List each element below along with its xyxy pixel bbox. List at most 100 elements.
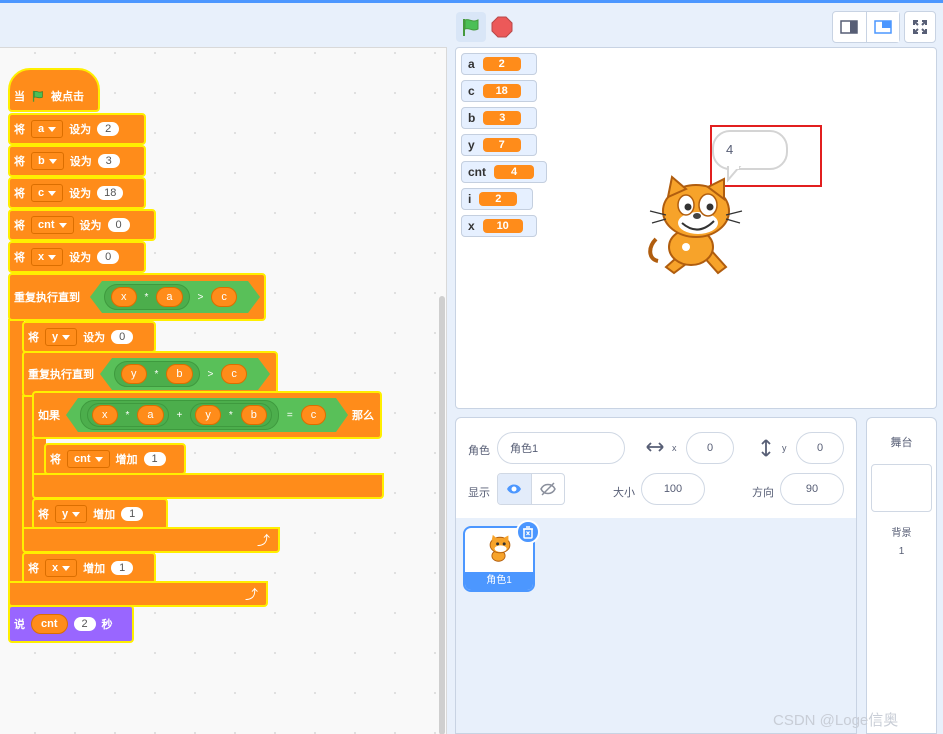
when-flag-clicked-block[interactable]: 当 被点击 [8, 68, 100, 112]
condition-gt-inner[interactable]: y * b > c [100, 358, 270, 390]
stop-button[interactable] [491, 16, 513, 38]
multiply-operator[interactable]: y * b [114, 361, 200, 387]
variable-reporter[interactable]: b [166, 364, 192, 384]
variable-dropdown[interactable]: cnt [31, 216, 74, 234]
value-input[interactable]: 0 [97, 250, 120, 264]
value-input[interactable]: 3 [97, 154, 120, 168]
variable-reporter[interactable]: c [301, 405, 327, 425]
fullscreen-button[interactable] [904, 11, 936, 43]
variable-dropdown[interactable]: c [31, 184, 64, 202]
set-c-block[interactable]: 将 c 设为 18 [8, 177, 146, 209]
fullscreen-icon [913, 20, 927, 34]
variable-reporter[interactable]: a [137, 405, 163, 425]
variable-monitor[interactable]: c 18 [461, 80, 537, 102]
show-sprite-button[interactable] [498, 474, 531, 504]
monitor-value: 2 [479, 192, 518, 206]
variable-monitor[interactable]: b 3 [461, 107, 537, 129]
dropdown-value: y [62, 508, 69, 520]
change-cnt-block[interactable]: 将 cnt 增加 1 [44, 443, 186, 475]
small-stage-button[interactable] [833, 12, 866, 42]
x-input[interactable]: 0 [686, 432, 734, 464]
variable-dropdown[interactable]: b [31, 152, 64, 170]
value-input[interactable]: 2 [97, 122, 120, 136]
dropdown-value: x [52, 562, 59, 574]
green-flag-button[interactable] [456, 12, 486, 42]
variable-reporter[interactable]: x [92, 405, 118, 425]
stage-selector-panel[interactable]: 舞台 背景 1 [866, 417, 937, 734]
stage-canvas[interactable]: a 2 c 18 b 3 y 7 cnt 4 i 2 x 10 4 [455, 47, 937, 409]
value-input[interactable]: 18 [97, 186, 124, 200]
variable-reporter[interactable]: c [211, 287, 237, 307]
change-x-block[interactable]: 将 x 增加 1 [22, 552, 156, 584]
direction-input[interactable]: 90 [780, 473, 844, 505]
code-workspace[interactable]: 当 被点击 将 a 设为 2 将 b 设为 3 将 c 设为 18 将 cnt … [0, 47, 447, 734]
block-verb: 说 [14, 619, 25, 631]
cat-sprite-icon[interactable] [646, 175, 746, 280]
variable-dropdown[interactable]: y [55, 505, 88, 523]
normal-stage-button[interactable] [865, 12, 899, 42]
y-input[interactable]: 0 [796, 432, 844, 464]
say-for-secs-block[interactable]: 说 cnt 2 秒 [8, 605, 134, 643]
variable-dropdown[interactable]: x [31, 248, 64, 266]
chevron-down-icon [58, 222, 67, 228]
set-a-block[interactable]: 将 a 设为 2 [8, 113, 146, 145]
multiply-operator[interactable]: y * b [190, 403, 272, 427]
normal-stage-icon [874, 20, 892, 34]
variable-monitor[interactable]: x 10 [461, 215, 537, 237]
condition-eq[interactable]: x * a + y * b = c [66, 398, 348, 432]
block-op: 增加 [83, 563, 106, 575]
variable-dropdown[interactable]: a [31, 120, 64, 138]
variable-reporter[interactable]: y [195, 405, 221, 425]
operator-symbol: * [228, 409, 233, 421]
hide-sprite-button[interactable] [530, 474, 564, 504]
multiply-operator[interactable]: x * a [87, 403, 169, 427]
loop-arrow-icon: ⤴ [257, 533, 271, 548]
monitor-value: 7 [482, 138, 521, 152]
value-input[interactable]: 2 [73, 617, 96, 631]
set-cnt-block[interactable]: 将 cnt 设为 0 [8, 209, 156, 241]
variable-dropdown[interactable]: cnt [67, 450, 110, 468]
variable-reporter[interactable]: cnt [31, 614, 68, 634]
multiply-operator[interactable]: x * a [104, 284, 190, 310]
dropdown-value: cnt [74, 453, 91, 465]
variable-monitor[interactable]: a 2 [461, 53, 537, 75]
variable-dropdown[interactable]: x [45, 559, 78, 577]
variable-reporter[interactable]: a [156, 287, 182, 307]
variable-monitor[interactable]: i 2 [461, 188, 533, 210]
set-y-block[interactable]: 将 y 设为 0 [22, 321, 156, 353]
y-label: y [782, 443, 787, 453]
monitor-label: c [468, 84, 475, 98]
value-input[interactable]: 0 [107, 218, 130, 232]
stage-thumbnail[interactable] [871, 464, 932, 512]
delete-sprite-button[interactable] [516, 520, 540, 544]
vertical-arrows-icon [761, 439, 771, 457]
variable-dropdown[interactable]: y [45, 328, 78, 346]
value-input[interactable]: 1 [111, 561, 134, 575]
add-operator[interactable]: x * a + y * b [80, 400, 279, 430]
variable-monitor[interactable]: y 7 [461, 134, 537, 156]
block-verb: 将 [28, 332, 39, 344]
value-input[interactable]: 1 [121, 507, 144, 521]
sprite-name-input[interactable]: 角色1 [497, 432, 625, 464]
value-input[interactable]: 0 [111, 330, 134, 344]
workspace-scrollbar[interactable] [439, 296, 445, 734]
condition-gt[interactable]: x * a > c [90, 281, 260, 313]
operator-symbol: * [154, 368, 159, 380]
value-input[interactable]: 1 [143, 452, 166, 466]
small-stage-icon [840, 20, 859, 34]
change-y-block[interactable]: 将 y 增加 1 [32, 498, 168, 530]
variable-monitor[interactable]: cnt 4 [461, 161, 547, 183]
dropdown-value: cnt [38, 219, 55, 231]
stage-panel-title: 舞台 [890, 437, 913, 449]
variable-reporter[interactable]: c [221, 364, 247, 384]
variable-reporter[interactable]: x [111, 287, 137, 307]
set-b-block[interactable]: 将 b 设为 3 [8, 145, 146, 177]
chevron-down-icon [94, 456, 103, 462]
sprite-label: 角色 [468, 445, 490, 457]
set-x-block[interactable]: 将 x 设为 0 [8, 241, 146, 273]
backdrops-count: 1 [898, 546, 905, 557]
variable-reporter[interactable]: y [121, 364, 147, 384]
variable-reporter[interactable]: b [241, 405, 267, 425]
operator-symbol: * [125, 409, 130, 421]
size-input[interactable]: 100 [641, 473, 705, 505]
